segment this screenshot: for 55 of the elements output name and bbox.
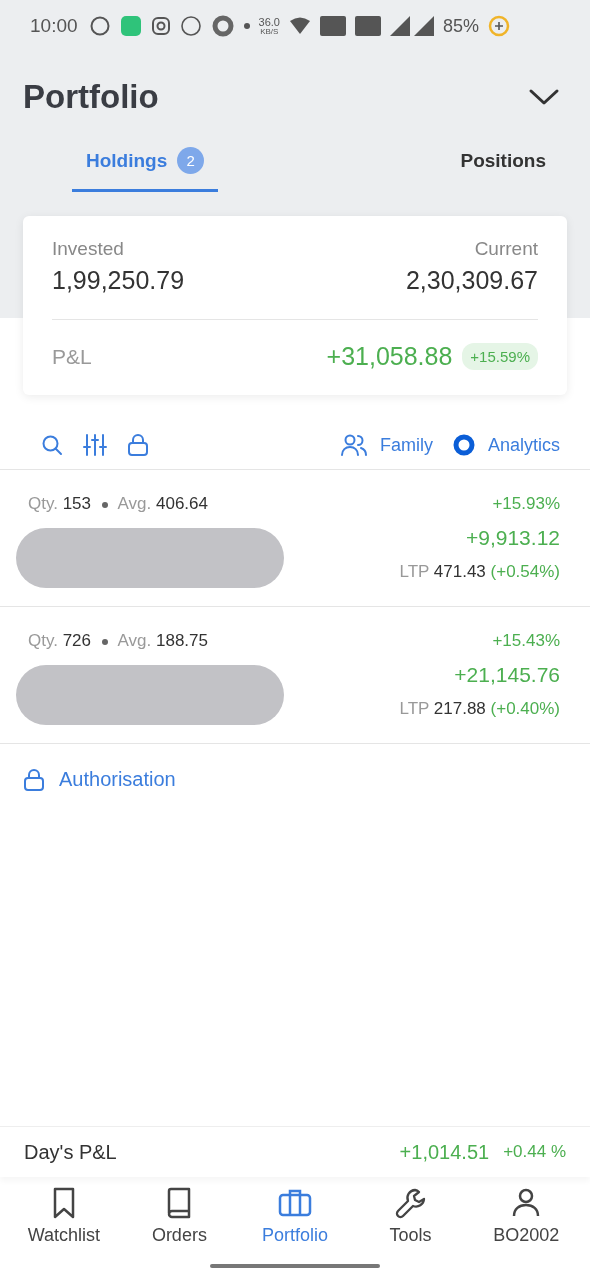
holding-change-percent: +15.93% — [492, 494, 560, 514]
filter-icon[interactable] — [83, 434, 107, 456]
network-speed: 36.0 — [258, 16, 280, 28]
lock-icon[interactable] — [23, 768, 45, 791]
holding-row[interactable]: Qty. 726 Avg. 188.75 +15.43% +21,145.76 LTP 217.88 (+0.40%) — [0, 607, 590, 744]
briefcase-icon — [278, 1187, 312, 1219]
analytics-link[interactable]: Analytics — [487, 434, 560, 456]
signal-icon — [389, 16, 434, 36]
holding-pnl: +21,145.76 — [454, 663, 560, 687]
user-icon — [511, 1187, 542, 1219]
nav-tab[interactable]: Portfolio — [240, 1187, 350, 1246]
holding-row[interactable]: Qty. 153 Avg. 406.64 +15.93% +9,913.12 LTP 471.43 (+0.54%) — [0, 470, 590, 607]
lock-icon[interactable] — [127, 434, 149, 456]
people-icon[interactable] — [340, 434, 367, 456]
invested-value: 1,99,250.79 — [52, 266, 185, 295]
nav-tab[interactable]: Orders — [124, 1187, 235, 1246]
holding-ltp: LTP 471.43 (+0.54%) — [399, 562, 560, 582]
day-pnl-percent: +0.44 % — [503, 1142, 566, 1162]
camera-icon — [150, 16, 171, 36]
ring-icon[interactable] — [452, 434, 475, 456]
pnl-value: +31,058.88 — [326, 342, 453, 371]
day-pnl-label: Day's P&L — [24, 1140, 117, 1164]
wifi-icon — [288, 17, 311, 35]
holding-change-percent: +15.43% — [492, 631, 560, 651]
current-value: 2,30,309.67 — [405, 266, 538, 295]
battery-level: 85% — [442, 15, 479, 37]
page-title: Portfolio — [23, 78, 159, 116]
network-speed-unit: KB/S — [260, 27, 279, 36]
tab[interactable]: Positions — [446, 132, 560, 192]
nav-tab[interactable]: BO2002 — [471, 1187, 582, 1246]
nav-tab[interactable]: Watchlist — [8, 1187, 119, 1246]
day-pnl-value: +1,014.51 — [399, 1140, 490, 1164]
nav-tab[interactable]: Tools — [355, 1187, 466, 1246]
invested-label: Invested — [52, 238, 124, 260]
circle-icon — [179, 15, 202, 37]
status-time: 10:00 — [30, 15, 78, 37]
chevron-down-icon[interactable] — [528, 87, 560, 107]
holding-pnl: +9,913.12 — [466, 526, 560, 550]
dot-icon — [243, 23, 250, 29]
pnl-label: P&L — [52, 344, 92, 369]
family-link[interactable]: Family — [379, 434, 433, 456]
authorisation-link[interactable]: Authorisation — [59, 768, 176, 791]
tab[interactable]: Holdings 2 — [72, 132, 219, 192]
pnl-percent-badge: +15.59% — [462, 343, 538, 370]
ring-icon — [210, 14, 235, 38]
holding-qty-avg: Qty. 726 Avg. 188.75 — [27, 631, 209, 651]
wrench-icon — [394, 1187, 427, 1219]
battery-saver-icon — [488, 15, 510, 37]
search-icon[interactable] — [41, 434, 63, 456]
current-label: Current — [474, 238, 538, 260]
message-icon — [119, 15, 142, 37]
separator-dot-icon — [101, 638, 108, 645]
separator-dot-icon — [101, 501, 108, 508]
holding-qty-avg: Qty. 153 Avg. 406.64 — [27, 494, 209, 514]
holding-ltp: LTP 217.88 (+0.40%) — [399, 699, 560, 719]
